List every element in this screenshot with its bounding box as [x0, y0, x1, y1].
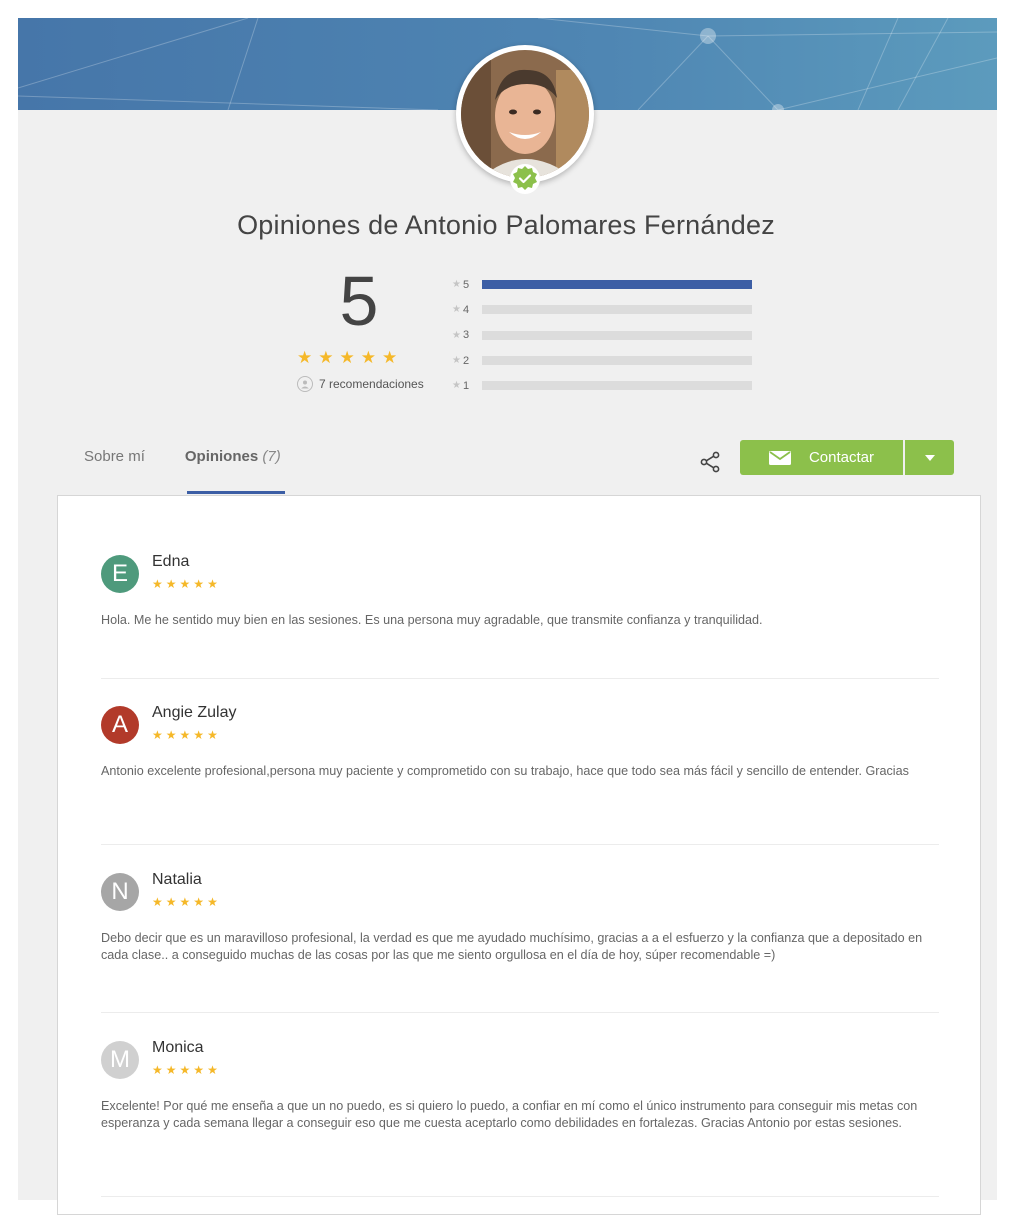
review-stars: ★ ★ ★ ★ ★	[152, 895, 218, 909]
star-icon: ★	[152, 895, 163, 909]
reviewer-avatar: E	[101, 555, 139, 593]
user-icon	[297, 376, 313, 392]
profile-photo	[461, 50, 589, 178]
star-icon: ★	[165, 728, 177, 742]
active-tab-indicator	[187, 491, 285, 494]
envelope-icon	[768, 450, 791, 465]
reviewer-name: Edna	[152, 553, 190, 570]
review-divider	[101, 844, 939, 845]
rating-bar	[482, 356, 752, 366]
star-icon: ★	[179, 895, 191, 909]
star-icon: ★	[152, 577, 163, 591]
reviewer-name: Monica	[152, 1039, 204, 1056]
star-icon: ★	[152, 728, 163, 742]
star-icon: ★	[382, 348, 398, 367]
contact-button-label: Contactar	[808, 449, 875, 466]
star-icon: ★	[165, 577, 177, 591]
recommendations: 7 recomendaciones	[297, 376, 424, 392]
tab-reviews-count: (7)	[262, 448, 281, 465]
reviewer-avatar: N	[101, 873, 139, 911]
rating-row-1: ★ 1	[452, 373, 752, 398]
star-icon: ★	[207, 728, 218, 742]
review-stars: ★ ★ ★ ★ ★	[152, 728, 218, 742]
rating-label: 2	[462, 354, 470, 367]
star-icon: ★	[165, 1063, 177, 1077]
recommendations-label: 7 recomendaciones	[319, 377, 424, 391]
rating-row-2: ★ 2	[452, 348, 752, 373]
rating-row-5: ★ 5	[452, 272, 752, 297]
review-stars: ★ ★ ★ ★ ★	[152, 577, 218, 591]
star-icon: ★	[179, 728, 191, 742]
reviewer-name: Angie Zulay	[152, 704, 237, 721]
star-icon: ★	[193, 1063, 205, 1077]
contact-dropdown-button[interactable]	[905, 440, 954, 475]
rating-label: 1	[462, 379, 470, 392]
star-icon: ★	[165, 895, 177, 909]
rating-bar	[482, 330, 752, 340]
rating-bar	[482, 381, 752, 391]
star-icon: ★	[360, 348, 376, 367]
star-icon: ★	[193, 728, 205, 742]
reviewer-name: Natalia	[152, 871, 202, 888]
star-icon: ★	[152, 1063, 163, 1077]
rating-distribution: ★ 5 ★ 4 ★ 3 ★ 2 ★ 1	[452, 272, 752, 398]
rating-bar	[482, 280, 752, 290]
reviewer-avatar: M	[101, 1041, 139, 1079]
share-icon[interactable]	[698, 450, 722, 474]
star-icon: ★	[297, 348, 313, 367]
average-score: 5	[339, 262, 379, 340]
review-divider	[101, 678, 939, 679]
star-icon: ★	[179, 1063, 191, 1077]
review-text: Hola. Me he sentido muy bien en las sesi…	[101, 613, 763, 627]
review-stars: ★ ★ ★ ★ ★	[152, 1063, 218, 1077]
review-text: Excelente! Por qué me enseña a que un no…	[101, 1099, 918, 1130]
review-divider	[101, 1012, 939, 1013]
star-icon: ★	[207, 1063, 218, 1077]
tab-about[interactable]: Sobre mí	[84, 448, 145, 465]
profile-tabs: Sobre mí Opiniones (7)	[84, 448, 281, 465]
star-icon: ★	[193, 895, 205, 909]
rating-bar	[482, 305, 752, 315]
star-icon: ★	[193, 577, 205, 591]
star-icon: ★	[318, 348, 334, 367]
star-icon: ★	[207, 577, 218, 591]
rating-row-4: ★ 4	[452, 297, 752, 322]
contact-button[interactable]: Contactar	[740, 440, 903, 475]
star-icon: ★	[452, 279, 461, 291]
rating-label: 5	[462, 278, 470, 291]
page-title: Opiniones de Antonio Palomares Fernández	[237, 210, 775, 240]
rating-label: 4	[462, 303, 470, 316]
star-icon: ★	[452, 304, 461, 316]
reviewer-avatar: A	[101, 706, 139, 744]
average-stars: ★ ★ ★ ★ ★	[297, 348, 397, 368]
star-icon: ★	[452, 329, 461, 341]
review-text: Antonio excelente profesional,persona mu…	[101, 764, 909, 778]
review-text: Debo decir que es un maravilloso profesi…	[101, 931, 923, 962]
caret-down-icon	[924, 454, 935, 461]
tab-reviews[interactable]: Opiniones (7)	[185, 448, 281, 465]
star-icon: ★	[452, 380, 461, 392]
rating-label: 3	[462, 329, 470, 342]
tab-reviews-label: Opiniones	[184, 448, 259, 465]
reviews-list: E Edna ★ ★ ★ ★ ★ Hola. Me he sentido muy bie…	[57, 495, 981, 1215]
verified-badge-icon	[510, 164, 540, 194]
review-divider	[101, 1196, 939, 1197]
star-icon: ★	[452, 355, 461, 367]
star-icon: ★	[179, 577, 191, 591]
rating-row-3: ★ 3	[452, 323, 752, 348]
star-icon: ★	[339, 348, 355, 367]
rating-bar-fill	[482, 280, 752, 290]
star-icon: ★	[207, 895, 218, 909]
